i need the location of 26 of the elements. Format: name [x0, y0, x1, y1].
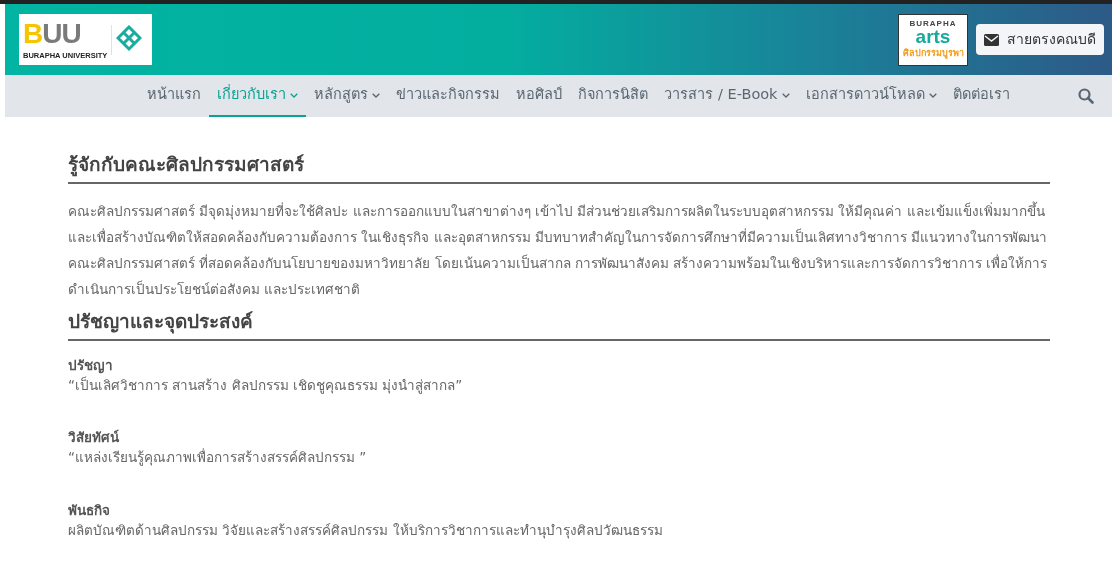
- journal-logo-text: BURAPHA: [909, 19, 957, 29]
- nav-link[interactable]: ข่าวและกิจกรรม: [388, 75, 509, 117]
- section-heading: รู้จักกับคณะศิลปกรรมศาสตร์: [68, 153, 1050, 184]
- section-heading: ปรัชญาและจุดประสงค์: [68, 309, 1050, 341]
- envelope-icon: [984, 33, 999, 46]
- item-text: ผลิตบัณฑิตด้านศิลปกรรม วิจัยและสร้างสรรค์ศิลปกรรม ให้บริการวิชาการและทำนุบำรุงศิลปวัฒนธรรม: [68, 520, 664, 541]
- journal-logo-title: arts: [915, 28, 951, 46]
- nav-link[interactable]: เอกสารดาวน์โหลด: [797, 75, 945, 117]
- nav-link[interactable]: หน้าแรก: [139, 75, 210, 117]
- journal-logo[interactable]: BURAPHA arts ศิลปกรรมบูรพา: [898, 13, 968, 66]
- item-text: “เป็นเลิศวิชาการ สานสร้าง ศิลปกรรม เชิดชูคุณธรรม มุ่งนำสู่สากล”: [68, 375, 464, 396]
- section-paragraph: คณะศิลปกรรมศาสตร์ มีจุดมุ่งหมายที่จะใช้ศิลปะ และการออกแบบในสาขาต่างๆ เข้าไป มีส่วนช่วยเสริมการผลิตในระบบอุตสาหกรรม ให้มีคุณค่า และเข้มแข็งเพิ่มมากขึ้น และเพื่อสร้างบัณฑิตให้สอดคล้องกับความต้องการ ในเชิงธุรกิจ และอุตสาหกรรม มีบทบาทสำคัญในการจัดการศึกษาที่มีความเป็นเลิศทางวิชาการ มีแนวทางในการพัฒนา คณะศิลปกรรมศาสตร์ ที่สอดคล้องกับนโยบายของมหาวิทยาลัย โดยเน้นความเป็นสากล การพัฒนาสังคม สร้างความพร้อมในเชิงบริหารและการจัดการวิชาการ เพื่อให้การดำเนินการเป็นประโยชน์ต่อสังคม และประเทศชาติ: [68, 200, 1049, 299]
- nav-link[interactable]: หอศิลป์: [508, 75, 571, 117]
- item-title: วิสัยทัศน์: [68, 428, 120, 448]
- journal-logo-text: ศิลปกรรมบูรพา: [902, 46, 964, 60]
- nav-link[interactable]: วารสาร / E-Book: [656, 75, 798, 117]
- nav-link[interactable]: เกี่ยวกับเรา: [209, 75, 307, 117]
- search-icon[interactable]: [1078, 88, 1094, 104]
- dean-contact-button[interactable]: สายตรงคณบดี: [976, 24, 1104, 55]
- nav-link[interactable]: กิจการนิสิต: [570, 75, 657, 117]
- nav-link[interactable]: หลักสูตร: [306, 75, 389, 117]
- item-title: ปรัชญา: [68, 355, 114, 375]
- item-text: “แหล่งเรียนรู้คุณภาพเพื่อการสร้างสรรค์ศิลปกรรม ”: [68, 447, 368, 468]
- item-title: พันธกิจ: [68, 500, 111, 520]
- nav-link[interactable]: ติดต่อเรา: [944, 75, 1018, 117]
- logo-mark-text: BUU: [23, 19, 82, 48]
